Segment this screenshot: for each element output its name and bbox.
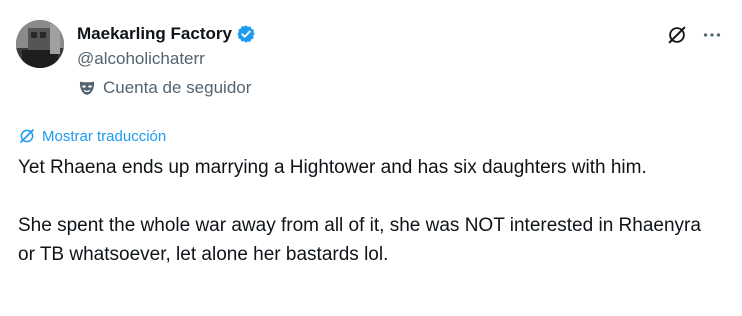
tweet-paragraph: Yet Rhaena ends up marrying a Hightower … (18, 157, 647, 178)
grok-icon (18, 127, 36, 145)
tweet: Maekarling Factory @alcoholichaterr Cuen… (0, 0, 742, 316)
tweet-text: Yet Rhaena ends up marrying a Hightower … (18, 153, 718, 269)
author-display-name[interactable]: Maekarling Factory (77, 24, 232, 44)
account-label: Cuenta de seguidor (77, 78, 251, 98)
tweet-paragraph: She spent the whole war away from all of… (18, 215, 701, 265)
avatar[interactable] (16, 20, 64, 68)
mask-icon (77, 78, 97, 98)
verified-badge-icon[interactable] (236, 24, 256, 44)
more-button[interactable] (700, 23, 724, 47)
grok-button[interactable] (665, 23, 689, 47)
show-translation-label[interactable]: Mostrar traducción (42, 128, 166, 145)
author-handle[interactable]: @alcoholichaterr (77, 49, 205, 69)
more-icon (703, 33, 721, 37)
author-name-row[interactable]: Maekarling Factory (77, 23, 256, 45)
show-translation-link[interactable]: Mostrar traducción (18, 127, 166, 145)
grok-icon (668, 26, 686, 44)
account-label-text: Cuenta de seguidor (103, 78, 252, 97)
